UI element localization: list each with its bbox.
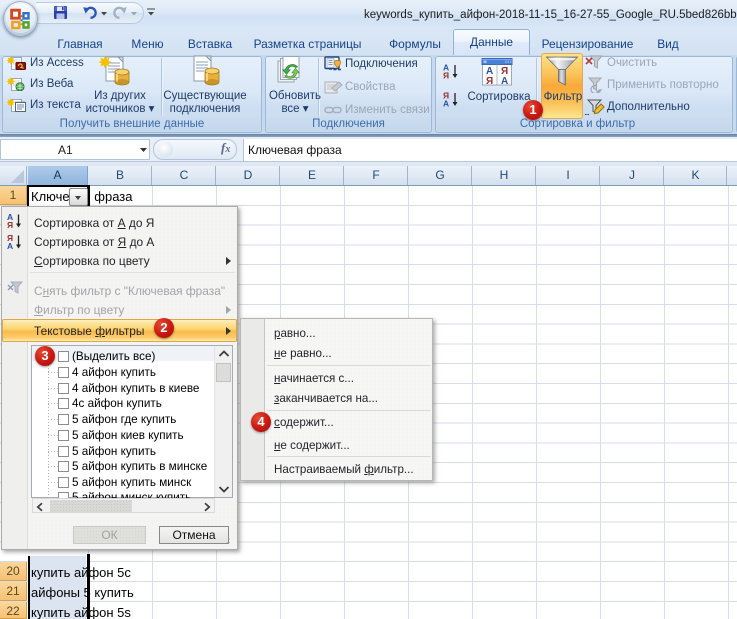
svg-text:А: А — [501, 76, 508, 87]
svg-text:Я: Я — [443, 71, 449, 80]
svg-text:А: А — [7, 241, 13, 250]
svg-text:А: А — [443, 99, 449, 108]
svg-text:Я: Я — [486, 76, 493, 87]
svg-text:Я: Я — [7, 220, 13, 229]
